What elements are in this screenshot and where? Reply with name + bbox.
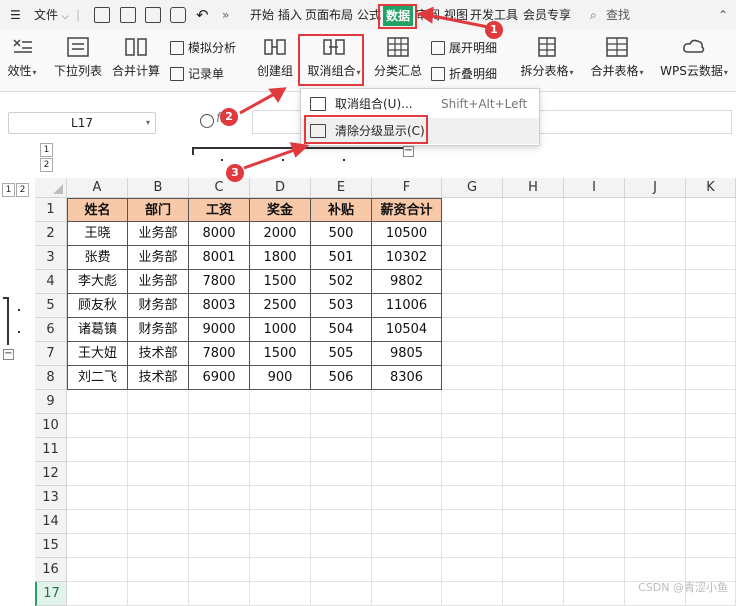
watermark: CSDN @青涩小鱼 xyxy=(638,581,728,594)
annotation-badge-1: 1 xyxy=(485,21,503,39)
annotation-badge-2: 2 xyxy=(220,108,238,126)
annotation-arrows xyxy=(239,6,489,170)
annotation-badge-3: 3 xyxy=(226,164,244,182)
